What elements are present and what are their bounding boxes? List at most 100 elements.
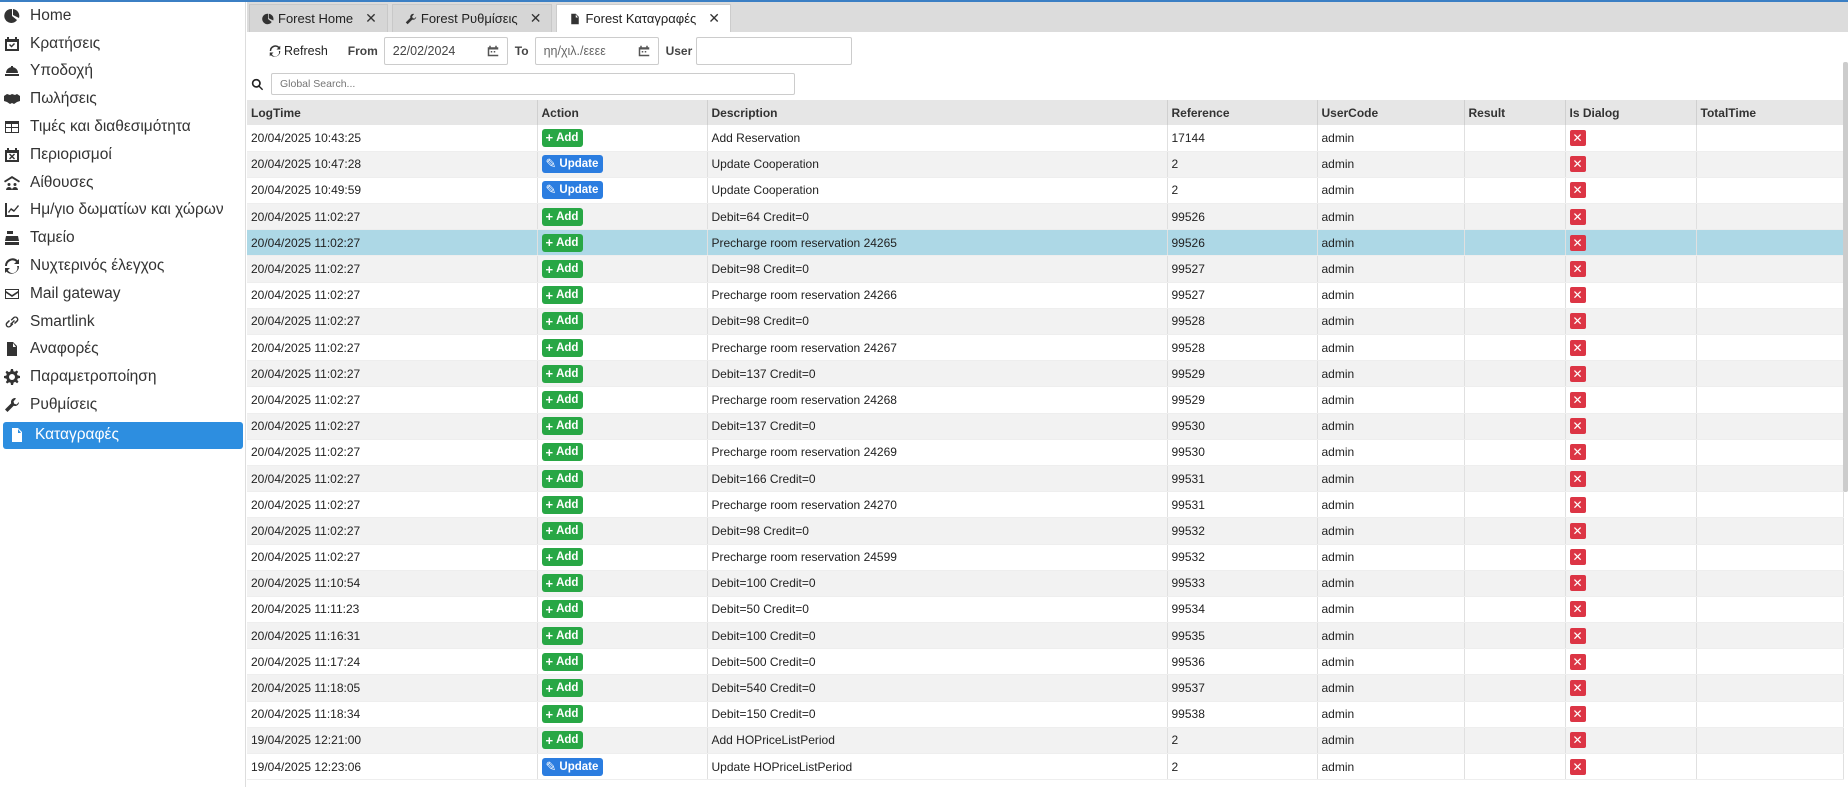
table-row[interactable]: 20/04/2025 11:10:54 + Add Debit=100 Credit=… bbox=[247, 570, 1844, 597]
tab-icon bbox=[262, 13, 278, 25]
calendar-icon[interactable] bbox=[487, 45, 499, 57]
grid-body: 20/04/2025 10:43:25 + Add Add Reservation 17… bbox=[247, 125, 1844, 781]
usercode-cell: admin bbox=[1317, 334, 1465, 362]
column-header[interactable]: Is Dialog bbox=[1565, 100, 1697, 125]
sidebar-item-1[interactable]: Κρατήσεις bbox=[0, 30, 245, 58]
sidebar-item-8[interactable]: Ταμείο bbox=[0, 224, 245, 252]
table-row[interactable]: 20/04/2025 11:02:27 + Add Debit=64 Credit=0… bbox=[247, 203, 1844, 231]
plus-icon: + bbox=[545, 549, 554, 565]
add-badge: + Add bbox=[541, 260, 584, 279]
table-row[interactable]: 20/04/2025 11:18:05 + Add Debit=540 Credit=… bbox=[247, 674, 1844, 702]
close-icon[interactable]: ✕ bbox=[530, 10, 542, 27]
usercode-cell: admin bbox=[1317, 203, 1465, 231]
description-cell: Debit=137 Credit=0 bbox=[707, 413, 1168, 440]
tab-1[interactable]: Forest Ρυθμίσεις ✕ bbox=[391, 4, 553, 32]
sidebar-item-13[interactable]: Παραμετροποίηση bbox=[0, 363, 245, 391]
description-cell: Debit=98 Credit=0 bbox=[707, 517, 1168, 545]
description-cell: Debit=137 Credit=0 bbox=[707, 360, 1168, 388]
close-icon[interactable]: ✕ bbox=[708, 10, 720, 27]
table-row[interactable]: 20/04/2025 11:02:27 + Add Debit=98 Credit=0… bbox=[247, 517, 1844, 545]
add-badge: + Add bbox=[541, 286, 584, 305]
action-label: Add bbox=[556, 367, 579, 380]
chart-line-icon bbox=[5, 203, 19, 218]
refresh-button[interactable]: Refresh bbox=[263, 39, 334, 63]
sidebar-item-4[interactable]: Τιμές και διαθεσιμότητα bbox=[0, 113, 245, 141]
sidebar-item-5[interactable]: Περιορισμοί bbox=[0, 141, 245, 169]
column-header[interactable]: Reference bbox=[1167, 100, 1318, 125]
sidebar-item-9[interactable]: Νυχτερινός έλεγχος bbox=[0, 252, 245, 280]
table-row[interactable]: 19/04/2025 12:21:00 + Add Add HOPriceListPe… bbox=[247, 727, 1844, 755]
logtime-cell: 20/04/2025 10:47:28 bbox=[247, 151, 538, 178]
table-row[interactable]: 20/04/2025 11:11:23 + Add Debit=50 Credit=0… bbox=[247, 596, 1844, 624]
table-row[interactable]: 20/04/2025 11:17:24 + Add Debit=500 Credit=… bbox=[247, 648, 1844, 676]
sidebar-item-11[interactable]: Smartlink bbox=[0, 308, 245, 336]
usercode-cell: admin bbox=[1317, 596, 1465, 624]
usercode-cell: admin bbox=[1317, 674, 1465, 702]
column-header[interactable]: TotalTime bbox=[1696, 100, 1844, 125]
sidebar-item-2[interactable]: Υποδοχή bbox=[0, 58, 245, 86]
sidebar-item-6[interactable]: Αίθουσες bbox=[0, 169, 245, 197]
table-row[interactable]: 20/04/2025 11:02:27 + Add Debit=98 Credit=0… bbox=[247, 308, 1844, 336]
sidebar-item-10[interactable]: Mail gateway bbox=[0, 280, 245, 308]
global-search-input[interactable] bbox=[271, 73, 795, 95]
close-x-icon: ✕ bbox=[1569, 549, 1586, 566]
table-row[interactable]: 20/04/2025 11:02:27 + Add Precharge room re… bbox=[247, 386, 1844, 414]
table-row[interactable]: 20/04/2025 11:02:27 + Add Precharge room re… bbox=[247, 491, 1844, 519]
usercode-cell: admin bbox=[1317, 465, 1465, 493]
action-cell: + Add bbox=[537, 596, 708, 624]
sidebar-item-15[interactable]: Καταγραφές bbox=[3, 421, 243, 449]
column-header[interactable]: UserCode bbox=[1317, 100, 1465, 125]
from-date-field[interactable]: 22/02/2024 bbox=[383, 37, 508, 65]
table-row[interactable]: 20/04/2025 11:02:27 + Add Debit=137 Credit=… bbox=[247, 360, 1844, 388]
usercode-cell: admin bbox=[1317, 753, 1465, 781]
table-row[interactable]: 20/04/2025 11:02:27 + Add Debit=98 Credit=0… bbox=[247, 255, 1844, 283]
description-cell: Debit=540 Credit=0 bbox=[707, 674, 1168, 702]
table-row[interactable]: 20/04/2025 10:43:25 + Add Add Reservation 17… bbox=[247, 125, 1844, 152]
table-row[interactable]: 20/04/2025 10:47:28 ✎ Update Update Coopera… bbox=[247, 151, 1844, 178]
table-row[interactable]: 20/04/2025 11:02:27 + Add Debit=137 Credit=… bbox=[247, 413, 1844, 440]
is-dialog-cell: ✕ bbox=[1565, 674, 1697, 702]
usercode-cell: admin bbox=[1317, 727, 1465, 755]
sidebar-item-12[interactable]: Αναφορές bbox=[0, 336, 245, 364]
close-icon[interactable]: ✕ bbox=[365, 10, 377, 27]
column-header[interactable]: Action bbox=[537, 100, 708, 125]
table-row[interactable]: 20/04/2025 11:02:27 + Add Precharge room re… bbox=[247, 334, 1844, 362]
table-row[interactable]: 20/04/2025 10:49:59 ✎ Update Update Coopera… bbox=[247, 177, 1844, 205]
tab-2[interactable]: Forest Καταγραφές ✕ bbox=[556, 4, 732, 32]
column-header[interactable]: Result bbox=[1464, 100, 1566, 125]
column-header[interactable]: Description bbox=[707, 100, 1168, 125]
table-row[interactable]: 19/04/2025 12:23:06 ✎ Update Update HOPrice… bbox=[247, 753, 1844, 781]
result-cell bbox=[1464, 439, 1566, 466]
description-cell: Precharge room reservation 24268 bbox=[707, 386, 1168, 414]
tab-0[interactable]: Forest Home ✕ bbox=[249, 4, 388, 32]
column-header[interactable]: LogTime bbox=[247, 100, 538, 125]
sidebar-item-7[interactable]: Ημ/γιο δωματίων και χώρων bbox=[0, 197, 245, 225]
action-label: Add bbox=[556, 263, 579, 276]
user-field[interactable] bbox=[696, 37, 853, 65]
sidebar-item-3[interactable]: Πωλήσεις bbox=[0, 85, 245, 113]
calendar-icon[interactable] bbox=[638, 45, 650, 57]
totaltime-cell bbox=[1696, 491, 1844, 519]
table-row[interactable]: 20/04/2025 11:18:34 + Add Debit=150 Credit=… bbox=[247, 701, 1844, 728]
action-cell: + Add bbox=[537, 491, 708, 519]
sidebar-icon bbox=[4, 36, 30, 52]
table-row[interactable]: 20/04/2025 11:02:27 + Add Precharge room re… bbox=[247, 229, 1844, 257]
result-cell bbox=[1464, 255, 1566, 283]
close-x-icon: ✕ bbox=[1569, 261, 1586, 278]
logtime-cell: 19/04/2025 12:23:06 bbox=[247, 753, 538, 781]
table-row[interactable]: 20/04/2025 11:02:27 + Add Debit=166 Credit=… bbox=[247, 465, 1844, 493]
table-row[interactable]: 20/04/2025 11:02:27 + Add Precharge room re… bbox=[247, 282, 1844, 309]
description-cell: Precharge room reservation 24270 bbox=[707, 491, 1168, 519]
usercode-cell: admin bbox=[1317, 622, 1465, 650]
reference-cell: 2 bbox=[1167, 151, 1318, 178]
logtime-cell: 20/04/2025 11:18:05 bbox=[247, 674, 538, 702]
to-date-field[interactable]: ηη/χιλ./εεεε bbox=[534, 37, 659, 65]
sidebar-item-14[interactable]: Ρυθμίσεις bbox=[0, 391, 245, 419]
description-cell: Precharge room reservation 24265 bbox=[707, 229, 1168, 257]
sidebar-item-0[interactable]: Home bbox=[0, 2, 245, 30]
log-grid: LogTime Action Description Reference UserCod… bbox=[247, 100, 1844, 781]
table-row[interactable]: 20/04/2025 11:16:31 + Add Debit=100 Credit=… bbox=[247, 622, 1844, 650]
table-row[interactable]: 20/04/2025 11:02:27 + Add Precharge room re… bbox=[247, 439, 1844, 466]
vertical-scrollbar[interactable] bbox=[1843, 62, 1848, 492]
table-row[interactable]: 20/04/2025 11:02:27 + Add Precharge room re… bbox=[247, 544, 1844, 571]
